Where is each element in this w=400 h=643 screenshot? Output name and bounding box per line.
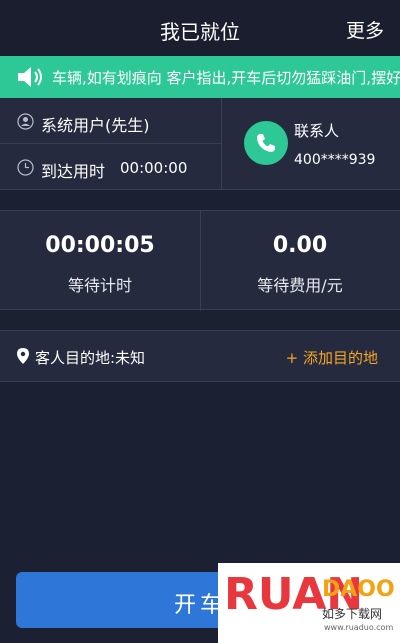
arrival-time-row: 到达用时 00:00:00 (0, 144, 222, 190)
wait-fee-value: 0.00 (272, 233, 328, 258)
watermark-text-cn: 如多下载网 (322, 607, 383, 621)
user-icon (17, 113, 34, 130)
notice-text: 车辆,如有划痕向 客户指出,开车后切勿猛踩油门,摆好 (52, 69, 400, 87)
wait-fee-label: 等待费用/元 (257, 276, 343, 295)
passenger-name: 系统用户(先生) (41, 116, 150, 135)
location-pin-icon (17, 348, 29, 364)
add-destination-button[interactable]: + 添加目的地 (286, 347, 378, 368)
passenger-details: 系统用户(先生) 到达用时 00:00:00 (0, 98, 222, 190)
stats-divider (200, 211, 201, 311)
watermark-text-b: DAOO (322, 577, 395, 602)
phone-icon (257, 134, 275, 152)
arrival-label: 到达用时 (41, 162, 106, 181)
contact-phone: 400****939 (294, 152, 376, 168)
watermark-logo: RUAN DAOO 如多下载网 www.ruaduo.com (218, 563, 400, 643)
notice-banner: 车辆,如有划痕向 客户指出,开车后切勿猛踩油门,摆好 (0, 56, 400, 98)
clock-icon (17, 159, 34, 176)
passenger-name-row: 系统用户(先生) (0, 98, 222, 144)
destination-row: 客人目的地:未知 + 添加目的地 (0, 330, 400, 382)
more-button[interactable]: 更多 (346, 16, 384, 43)
arrival-time: 00:00:00 (120, 159, 188, 177)
watermark-url: www.ruaduo.com (324, 623, 394, 632)
call-button[interactable] (244, 121, 288, 165)
destination-label: 客人目的地:未知 (35, 349, 146, 367)
wait-time-value: 00:00:05 (45, 233, 155, 258)
page-title: 我已就位 (160, 20, 240, 44)
wait-stats: 00:00:05 等待计时 0.00 等待费用/元 (0, 210, 400, 311)
wait-time-label: 等待计时 (67, 276, 132, 295)
contact-label: 联系人 (294, 122, 340, 140)
top-bar: 我已就位 更多 (0, 0, 400, 56)
passenger-info: 系统用户(先生) 到达用时 00:00:00 联系人 400****939 (0, 98, 400, 190)
speaker-icon (18, 67, 42, 87)
